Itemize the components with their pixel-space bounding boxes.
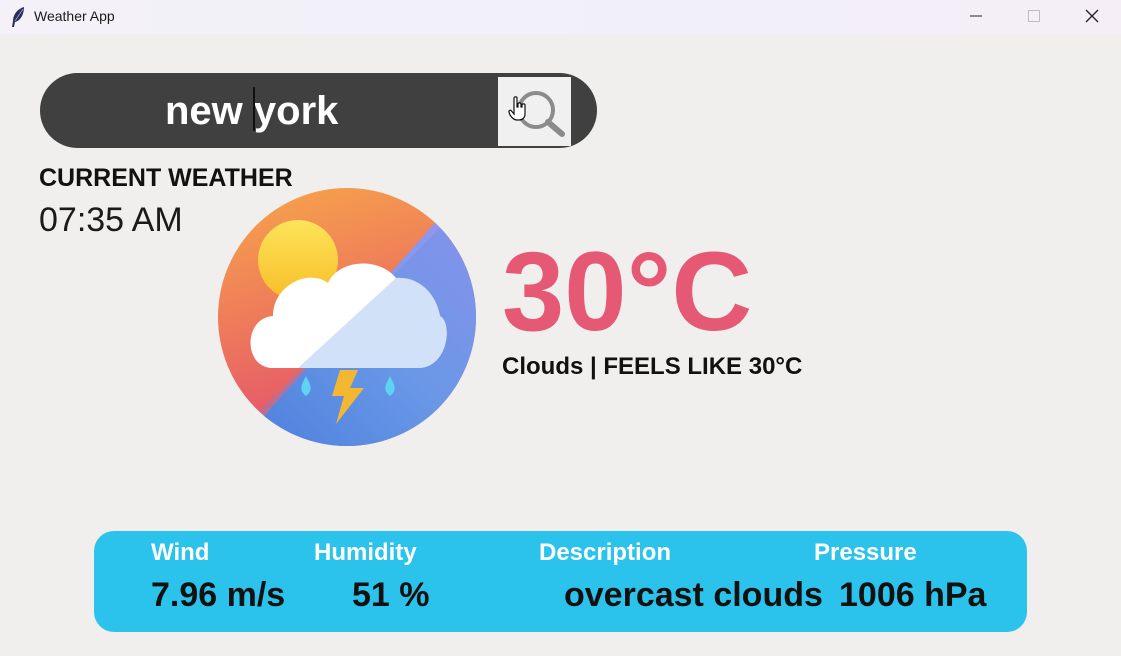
cloud-thunder-rain-icon	[218, 188, 476, 446]
temperature: 30°C	[502, 229, 753, 354]
title-bar: Weather App	[0, 0, 1121, 34]
pressure-value: 1006 hPa	[839, 576, 987, 614]
maximize-button[interactable]	[1005, 0, 1063, 32]
maximize-icon	[1028, 10, 1040, 22]
local-time: 07:35 AM	[39, 201, 183, 239]
wind-label: Wind	[151, 539, 210, 566]
wind-value: 7.96 m/s	[151, 576, 286, 614]
feather-icon	[9, 6, 27, 28]
text-caret	[253, 87, 255, 131]
description-value: overcast clouds	[564, 576, 823, 614]
condition-feels-like: Clouds | FEELS LIKE 30°C	[502, 353, 803, 380]
search-input[interactable]: new york	[165, 88, 338, 134]
humidity-label: Humidity	[314, 539, 417, 566]
close-button[interactable]	[1063, 0, 1121, 32]
close-icon	[1085, 9, 1099, 23]
window-title: Weather App	[34, 8, 115, 24]
pressure-label: Pressure	[814, 539, 917, 566]
minimize-icon	[970, 15, 982, 17]
description-label: Description	[539, 539, 672, 566]
humidity-value: 51 %	[352, 576, 430, 614]
hand-cursor-icon	[508, 96, 528, 122]
minimize-button[interactable]	[947, 0, 1005, 32]
